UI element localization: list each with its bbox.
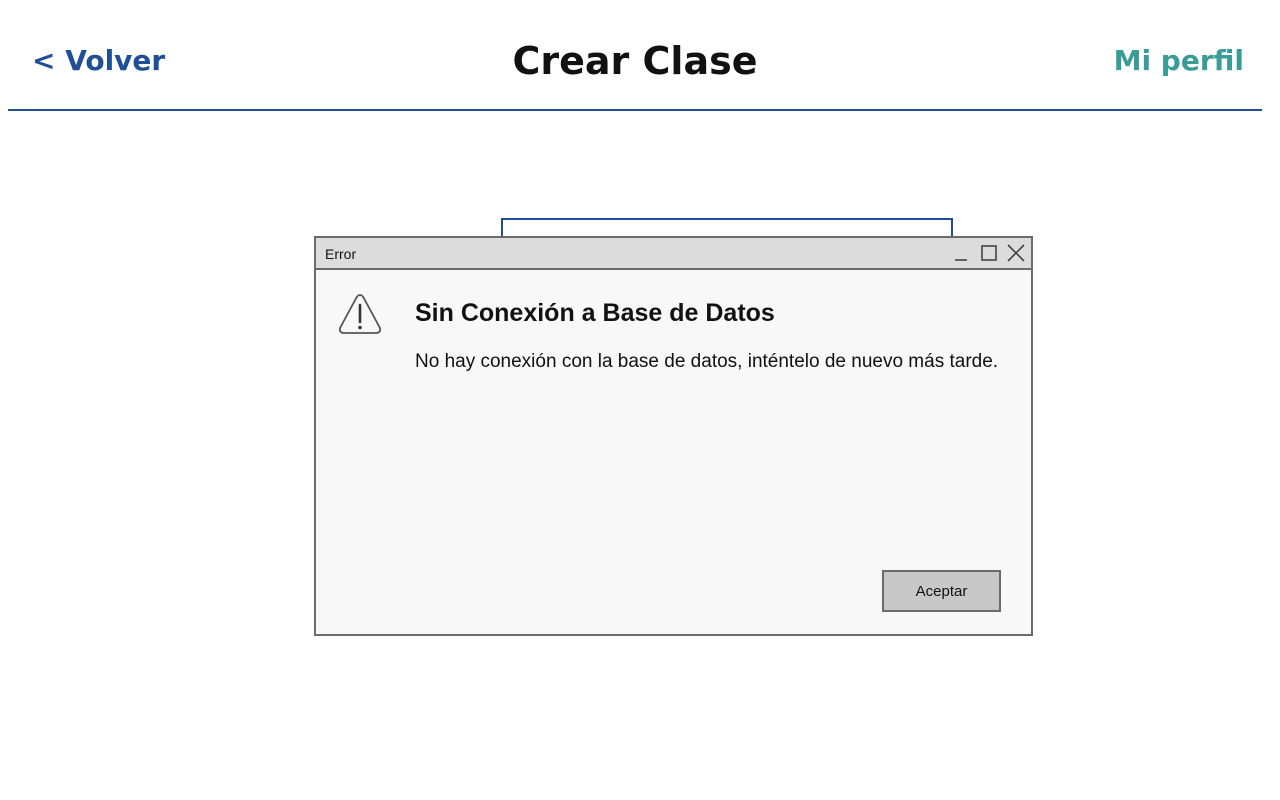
page: < Volver Crear Clase Mi perfil Error Sin… (0, 0, 1280, 800)
dialog-message: No hay conexión con la base de datos, in… (415, 351, 999, 372)
dialog-titlebar[interactable]: Error (316, 238, 1031, 270)
maximize-icon[interactable] (979, 243, 999, 263)
dialog-window-title: Error (325, 246, 357, 262)
minimize-icon[interactable] (951, 243, 971, 263)
page-title: Crear Clase (512, 39, 758, 83)
close-icon[interactable] (1006, 243, 1026, 263)
error-dialog: Error Sin Conexión a Base de Datos No ha… (314, 236, 1033, 636)
profile-link[interactable]: Mi perfil (1114, 40, 1244, 82)
accept-button[interactable]: Aceptar (882, 570, 1001, 612)
warning-icon (337, 292, 383, 336)
dialog-heading: Sin Conexión a Base de Datos (415, 299, 775, 327)
header-divider (8, 109, 1262, 111)
